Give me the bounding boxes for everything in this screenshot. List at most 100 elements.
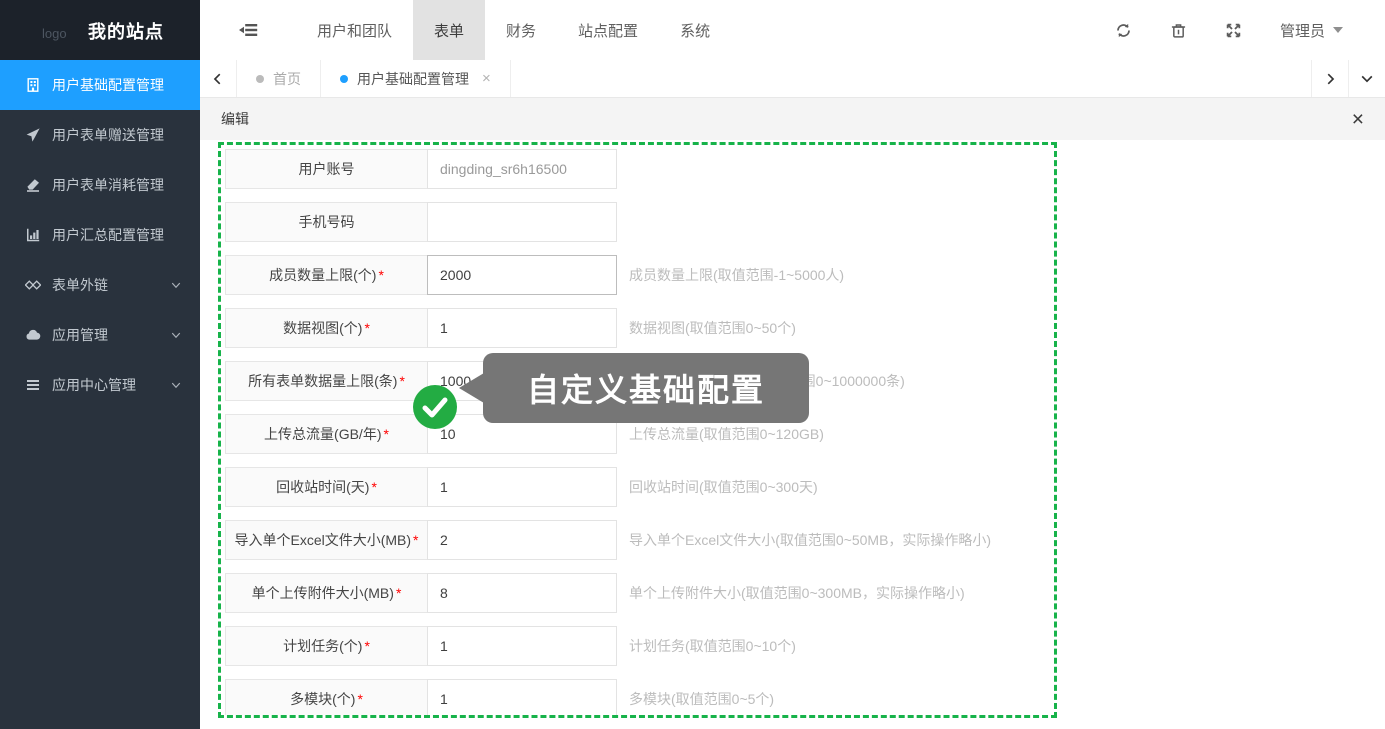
field-hint: 导入单个Excel文件大小(取值范围0~50MB，实际操作略小) — [629, 530, 991, 550]
sidebar-menu: 用户基础配置管理用户表单赠送管理用户表单消耗管理用户汇总配置管理表单外链应用管理… — [0, 60, 200, 410]
tab-status-dot — [340, 75, 348, 83]
field-input[interactable] — [427, 679, 617, 718]
annotation-dashed-box: 用户账号手机号码成员数量上限(个)*成员数量上限(取值范围-1~5000人) 数据… — [218, 142, 1057, 718]
top-nav-item[interactable]: 表单 — [413, 0, 485, 60]
user-label: 管理员 — [1280, 20, 1325, 41]
list-icon — [24, 377, 41, 394]
chevron-down-icon — [170, 279, 182, 291]
user-menu[interactable]: 管理员 — [1280, 20, 1343, 41]
eraser-icon — [24, 177, 41, 194]
tabs-menu-icon[interactable] — [1348, 60, 1385, 97]
topbar: 用户和团队表单财务站点配置系统 — [200, 0, 1385, 60]
required-asterisk: * — [384, 426, 389, 442]
field-input[interactable] — [427, 149, 617, 189]
required-asterisk: * — [357, 691, 362, 707]
sidebar-item-label: 用户基础配置管理 — [52, 75, 164, 95]
sidebar-item-label: 应用管理 — [52, 325, 108, 345]
field-label-text: 所有表单数据量上限(条) — [248, 371, 397, 391]
field-input[interactable] — [427, 467, 617, 507]
form-row: 数据视图(个)* 数据视图(取值范围0~50个) — [225, 308, 1050, 348]
form-row: 手机号码 — [225, 202, 1050, 242]
sidebar-item[interactable]: 用户表单消耗管理 — [0, 160, 200, 210]
form-row: 多模块(个)* 多模块(取值范围0~5个) — [225, 679, 1050, 718]
field-label-text: 成员数量上限(个) — [269, 265, 376, 285]
field-label-text: 用户账号 — [299, 159, 355, 179]
send-icon — [24, 127, 41, 144]
refresh-icon[interactable] — [1115, 22, 1132, 39]
field-label-text: 多模块(个) — [290, 689, 355, 709]
field-label: 导入单个Excel文件大小(MB)* — [225, 520, 428, 560]
fullscreen-icon[interactable] — [1225, 22, 1242, 39]
field-label: 回收站时间(天)* — [225, 467, 428, 507]
field-label: 单个上传附件大小(MB)* — [225, 573, 428, 613]
building-icon — [24, 77, 41, 94]
field-label-text: 数据视图(个) — [283, 318, 362, 338]
sidebar-item[interactable]: 用户基础配置管理 — [0, 60, 200, 110]
topbar-actions: 管理员 — [1115, 0, 1385, 60]
field-hint: 数据视图(取值范围0~50个) — [629, 318, 796, 338]
field-input[interactable] — [427, 202, 617, 242]
top-nav-item[interactable]: 站点配置 — [557, 0, 659, 60]
field-input[interactable] — [427, 626, 617, 666]
form-row: 用户账号 — [225, 149, 1050, 189]
tab-status-dot — [256, 75, 264, 83]
field-label-text: 导入单个Excel文件大小(MB) — [234, 530, 411, 550]
sidebar-item[interactable]: 用户表单赠送管理 — [0, 110, 200, 160]
field-hint: 单个上传附件大小(取值范围0~300MB，实际操作略小) — [629, 583, 965, 603]
panel-close-icon[interactable]: × — [1352, 109, 1364, 130]
field-label: 数据视图(个)* — [225, 308, 428, 348]
field-label: 手机号码 — [225, 202, 428, 242]
tab-close-icon[interactable]: × — [482, 70, 491, 87]
field-hint: 多模块(取值范围0~5个) — [629, 689, 774, 709]
field-label: 计划任务(个)* — [225, 626, 428, 666]
trash-icon[interactable] — [1170, 22, 1187, 39]
sidebar-item[interactable]: 表单外链 — [0, 260, 200, 310]
top-nav-item[interactable]: 系统 — [659, 0, 731, 60]
logo-bar: logo 我的站点 — [0, 0, 200, 60]
sidebar-item[interactable]: 应用管理 — [0, 310, 200, 360]
field-hint: 上传总流量(取值范围0~120GB) — [629, 424, 824, 444]
field-input[interactable] — [427, 255, 617, 295]
field-label-text: 计划任务(个) — [283, 636, 362, 656]
panel-header: 编辑 × — [200, 98, 1385, 140]
tab-label: 用户基础配置管理 — [357, 69, 469, 89]
sidebar-item[interactable]: 应用中心管理 — [0, 360, 200, 410]
tooltip-label: 自定义基础配置 — [483, 353, 809, 423]
required-asterisk: * — [396, 585, 401, 601]
logo: logo — [42, 26, 67, 41]
form-row: 成员数量上限(个)*成员数量上限(取值范围-1~5000人) — [225, 255, 1050, 295]
edit-form: 用户账号手机号码成员数量上限(个)*成员数量上限(取值范围-1~5000人) 数据… — [225, 149, 1050, 718]
top-nav-item[interactable]: 财务 — [485, 0, 557, 60]
tabs-scroll-right-icon[interactable] — [1311, 60, 1348, 97]
top-nav-item[interactable]: 用户和团队 — [296, 0, 413, 60]
field-input[interactable] — [427, 520, 617, 560]
sidebar-item-label: 应用中心管理 — [52, 375, 136, 395]
bar-chart-icon — [24, 227, 41, 244]
link-icon — [24, 277, 41, 294]
field-hint: 回收站时间(取值范围0~300天) — [629, 477, 818, 497]
field-label: 上传总流量(GB/年)* — [225, 414, 428, 454]
form-row: 导入单个Excel文件大小(MB)* 导入单个Excel文件大小(取值范围0~50… — [225, 520, 1050, 560]
field-input[interactable] — [427, 573, 617, 613]
sidebar-item-label: 表单外链 — [52, 275, 108, 295]
tab[interactable]: 首页 — [237, 60, 321, 97]
panel-title: 编辑 — [221, 109, 249, 129]
chevron-down-icon — [170, 379, 182, 391]
required-asterisk: * — [399, 373, 404, 389]
field-label-text: 单个上传附件大小(MB) — [252, 583, 394, 603]
success-check-icon — [413, 385, 457, 429]
tabs-scroll-left-icon[interactable] — [200, 60, 237, 97]
required-asterisk: * — [413, 532, 418, 548]
menu-fold-icon[interactable] — [218, 0, 278, 60]
required-asterisk: * — [364, 320, 369, 336]
field-label: 所有表单数据量上限(条)* — [225, 361, 428, 401]
required-asterisk: * — [378, 267, 383, 283]
sidebar: logo 我的站点 用户基础配置管理用户表单赠送管理用户表单消耗管理用户汇总配置… — [0, 0, 200, 729]
field-input[interactable] — [427, 308, 617, 348]
chevron-down-icon — [170, 329, 182, 341]
field-label: 用户账号 — [225, 149, 428, 189]
caret-down-icon — [1333, 27, 1343, 33]
tab[interactable]: 用户基础配置管理 × — [321, 60, 511, 97]
sidebar-item[interactable]: 用户汇总配置管理 — [0, 210, 200, 260]
tabs: 首页 用户基础配置管理 × — [237, 60, 511, 97]
